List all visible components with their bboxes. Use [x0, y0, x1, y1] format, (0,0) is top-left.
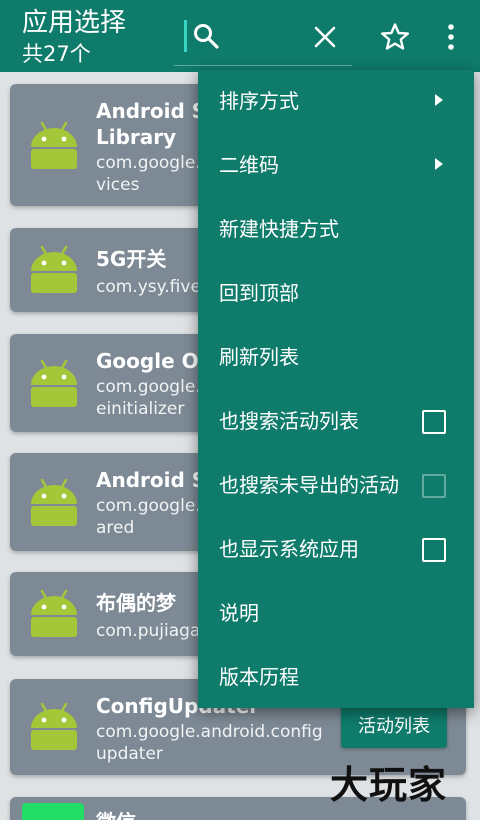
menu-item-label: 版本历程 [219, 665, 299, 689]
watermark-text: 大玩家 [330, 763, 448, 807]
clear-icon[interactable] [312, 24, 338, 50]
menu-item-sort[interactable]: 排序方式 [198, 70, 474, 134]
wechat-app-icon [22, 803, 84, 820]
android-icon [31, 121, 77, 169]
menu-item-label: 也显示系统应用 [219, 537, 359, 561]
app-count: 共27个 [22, 42, 91, 66]
app-toolbar: 应用选择 共27个 [0, 0, 480, 72]
show-system-apps-checkbox[interactable] [422, 538, 446, 562]
menu-item-search-unexported: 也搜索未导出的活动 [198, 454, 474, 518]
activity-list-button[interactable]: 活动列表 [341, 706, 447, 748]
chevron-right-icon [435, 158, 443, 170]
menu-item-search-activities[interactable]: 也搜索活动列表 [198, 390, 474, 454]
android-icon [31, 245, 77, 293]
chevron-right-icon [435, 94, 443, 106]
search-input[interactable] [174, 10, 352, 66]
search-activities-checkbox[interactable] [422, 410, 446, 434]
menu-item-label: 排序方式 [219, 89, 299, 113]
menu-item-show-system[interactable]: 也显示系统应用 [198, 518, 474, 582]
menu-item-back-to-top[interactable]: 回到顶部 [198, 262, 474, 326]
more-vert-icon[interactable] [440, 22, 462, 52]
android-icon [31, 702, 77, 750]
menu-item-qrcode[interactable]: 二维码 [198, 134, 474, 198]
overflow-menu: 排序方式 二维码 新建快捷方式 回到顶部 刷新列表 也搜索活动列表 也搜索未导出… [198, 70, 474, 708]
app-name: 微信 [96, 809, 336, 820]
menu-item-label: 刷新列表 [219, 345, 299, 369]
menu-item-label: 二维码 [219, 153, 279, 177]
menu-item-help[interactable]: 说明 [198, 582, 474, 646]
package-name-line2: updater [96, 744, 163, 764]
menu-item-label: 说明 [219, 601, 259, 625]
menu-item-refresh[interactable]: 刷新列表 [198, 326, 474, 390]
menu-item-label: 回到顶部 [219, 281, 299, 305]
search-icon [194, 24, 219, 49]
menu-item-new-shortcut[interactable]: 新建快捷方式 [198, 198, 474, 262]
menu-item-label: 也搜索未导出的活动 [219, 473, 399, 497]
page-title: 应用选择 [22, 8, 127, 38]
android-icon [31, 359, 77, 407]
menu-item-label: 新建快捷方式 [219, 217, 339, 241]
android-icon [31, 589, 77, 637]
android-icon [31, 478, 77, 526]
package-name: com.google.android.config [96, 722, 323, 742]
menu-item-label: 也搜索活动列表 [219, 409, 359, 433]
menu-item-changelog[interactable]: 版本历程 [198, 646, 474, 710]
star-icon[interactable] [380, 22, 410, 52]
search-unexported-checkbox [422, 474, 446, 498]
text-cursor [184, 20, 187, 52]
